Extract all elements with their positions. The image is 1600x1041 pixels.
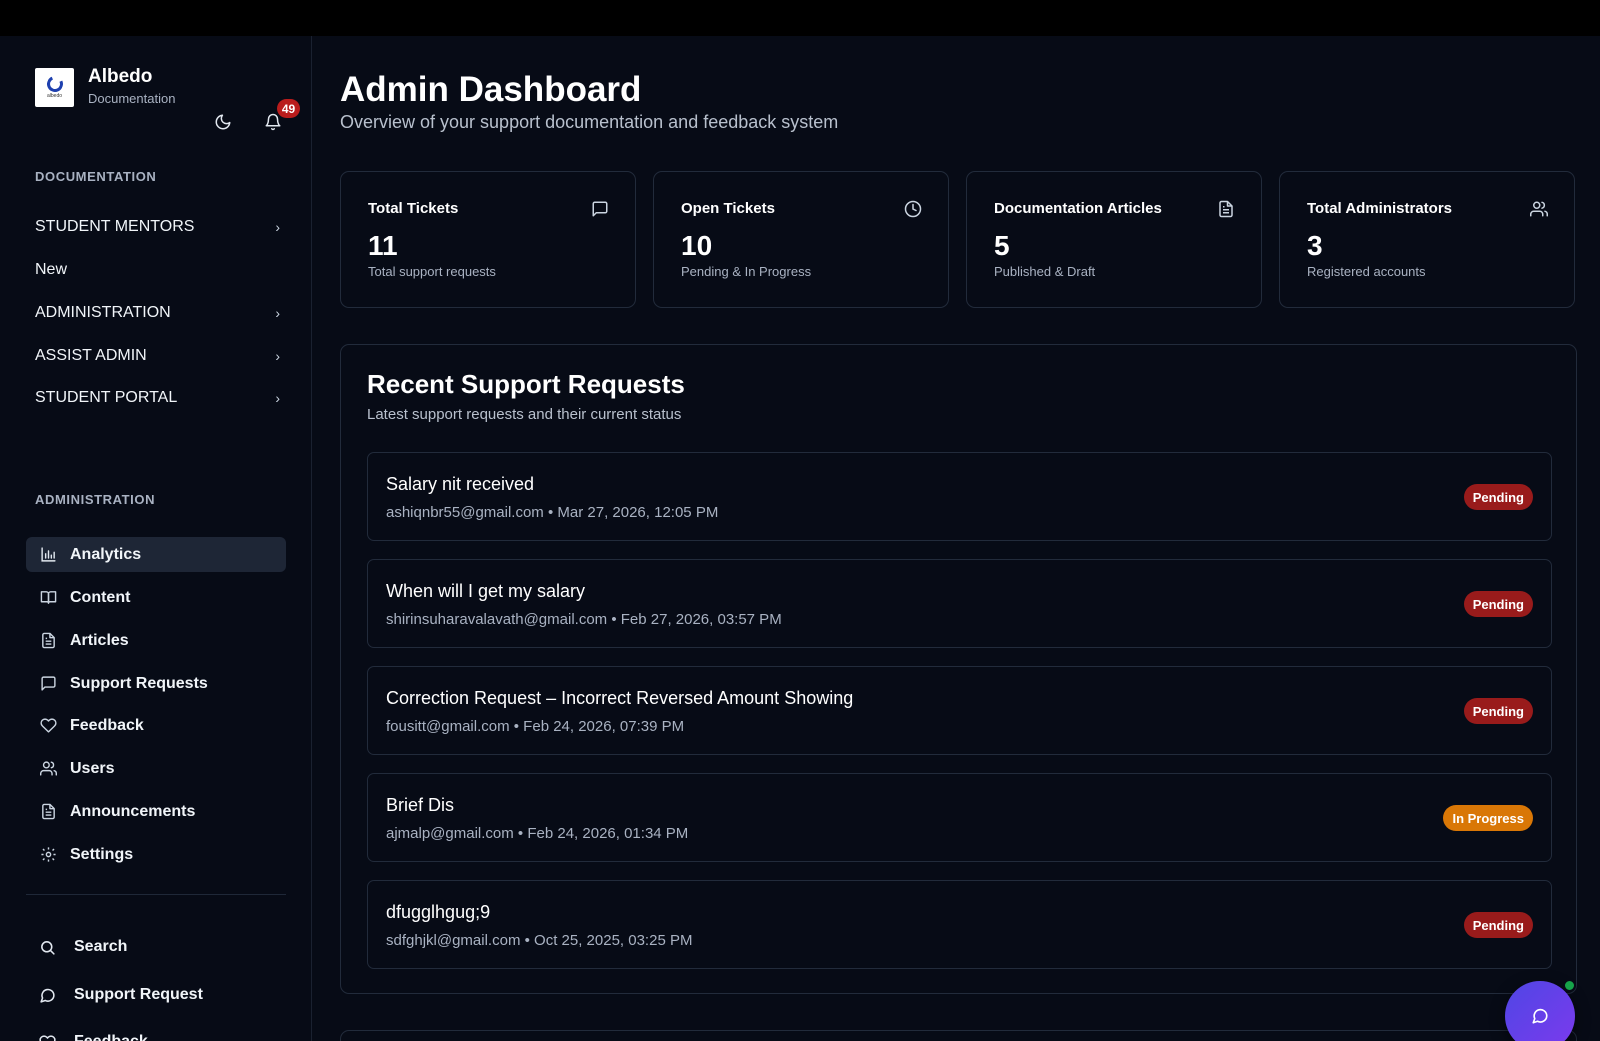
users-icon xyxy=(39,760,57,778)
stat-title: Total Tickets xyxy=(368,200,459,217)
sidebar-footer-feedback[interactable]: Feedback xyxy=(38,1027,148,1041)
stat-description: Total support requests xyxy=(368,264,496,279)
stat-card-documentation-articles: Documentation Articles 5 Published & Dra… xyxy=(966,171,1262,308)
brand[interactable]: albedo Albedo Documentation xyxy=(35,66,175,108)
support-request-row[interactable]: When will I get my salary shirinsuharava… xyxy=(367,559,1552,648)
stat-title: Documentation Articles xyxy=(994,200,1162,217)
stat-card-open-tickets: Open Tickets 10 Pending & In Progress xyxy=(653,171,949,308)
gear-icon xyxy=(39,846,57,864)
users-icon xyxy=(1530,201,1548,217)
heart-icon xyxy=(38,1033,56,1041)
request-title: When will I get my salary xyxy=(386,581,586,601)
search-icon xyxy=(38,938,56,956)
request-meta: shirinsuharavalavath@gmail.com • Feb 27,… xyxy=(386,611,782,628)
sidebar-item-support-requests[interactable]: Support Requests xyxy=(26,666,286,701)
message-square-icon xyxy=(592,201,608,217)
stat-value: 5 xyxy=(994,230,1010,261)
status-badge: Pending xyxy=(1463,698,1533,724)
sidebar-item-content[interactable]: Content xyxy=(26,580,286,615)
stat-value: 10 xyxy=(681,230,713,261)
stat-description: Registered accounts xyxy=(1307,264,1426,279)
app-window: albedo Albedo Documentation 49 DOCUMENTA… xyxy=(0,36,1600,1041)
chevron-right-icon: › xyxy=(275,348,280,364)
support-request-row[interactable]: dfugglhgug;9 sdfghjkl@gmail.com • Oct 25… xyxy=(367,880,1552,969)
request-meta: fousitt@gmail.com • Feb 24, 2026, 07:39 … xyxy=(386,718,685,735)
request-meta: ajmalp@gmail.com • Feb 24, 2026, 01:34 P… xyxy=(386,825,689,842)
support-request-row[interactable]: Correction Request – Incorrect Reversed … xyxy=(367,666,1552,755)
message-circle-icon xyxy=(38,986,56,1004)
request-title: Salary nit received xyxy=(386,474,535,494)
section-label-documentation: DOCUMENTATION xyxy=(35,169,157,184)
online-status-dot xyxy=(1563,979,1576,992)
sidebar: albedo Albedo Documentation 49 DOCUMENTA… xyxy=(0,36,312,1041)
stat-description: Published & Draft xyxy=(994,264,1096,279)
stat-title: Total Administrators xyxy=(1307,200,1453,217)
request-meta: ashiqnbr55@gmail.com • Mar 27, 2026, 12:… xyxy=(386,504,719,521)
nav-item-student-mentors[interactable]: STUDENT MENTORS › xyxy=(35,212,280,242)
brand-subtitle: Documentation xyxy=(88,91,176,106)
support-request-row[interactable]: Brief Dis ajmalp@gmail.com • Feb 24, 202… xyxy=(367,773,1552,862)
sidebar-item-announcements[interactable]: Announcements xyxy=(26,794,286,829)
document-icon xyxy=(1219,200,1233,218)
sidebar-item-users[interactable]: Users xyxy=(26,751,286,786)
recent-support-requests-panel: Recent Support Requests Latest support r… xyxy=(340,344,1577,994)
message-square-icon xyxy=(39,675,57,693)
request-title: Correction Request – Incorrect Reversed … xyxy=(386,688,854,708)
support-request-row[interactable]: Salary nit received ashiqnbr55@gmail.com… xyxy=(367,452,1552,541)
top-bar xyxy=(0,0,1600,36)
nav-item-assist-admin[interactable]: ASSIST ADMIN › xyxy=(35,341,280,371)
heart-icon xyxy=(39,717,57,735)
request-meta: sdfghjkl@gmail.com • Oct 25, 2025, 03:25… xyxy=(386,932,693,949)
request-title: Brief Dis xyxy=(386,795,455,815)
theme-toggle-button[interactable] xyxy=(211,110,235,134)
chevron-right-icon: › xyxy=(275,219,280,235)
stat-card-total-tickets: Total Tickets 11 Total support requests xyxy=(340,171,636,308)
page-subtitle: Overview of your support documentation a… xyxy=(340,112,839,132)
next-panel xyxy=(340,1030,1577,1041)
stat-value: 11 xyxy=(368,230,398,261)
status-badge: Pending xyxy=(1463,484,1533,510)
section-label-administration: ADMINISTRATION xyxy=(35,492,156,507)
clock-icon xyxy=(904,200,922,218)
chevron-right-icon: › xyxy=(275,390,280,406)
request-title: dfugglhgug;9 xyxy=(386,902,491,922)
sidebar-footer-search[interactable]: Search xyxy=(38,932,127,962)
moon-icon xyxy=(215,114,231,130)
brand-logo: albedo xyxy=(35,67,74,107)
section-subtitle: Latest support requests and their curren… xyxy=(367,406,682,423)
document-icon xyxy=(39,803,57,821)
page-title: Admin Dashboard xyxy=(340,70,642,109)
nav-item-new[interactable]: New xyxy=(35,255,280,285)
main-content: Admin Dashboard Overview of your support… xyxy=(313,36,1600,1041)
status-badge: In Progress xyxy=(1443,805,1533,831)
chevron-right-icon: › xyxy=(275,305,280,321)
sidebar-item-articles[interactable]: Articles xyxy=(26,623,286,658)
document-icon xyxy=(39,632,57,650)
sidebar-item-settings[interactable]: Settings xyxy=(26,837,286,872)
sidebar-item-feedback[interactable]: Feedback xyxy=(26,708,286,743)
nav-item-student-portal[interactable]: STUDENT PORTAL › xyxy=(35,383,280,413)
sidebar-item-analytics[interactable]: Analytics xyxy=(26,537,286,572)
status-badge: Pending xyxy=(1463,591,1533,617)
stat-card-total-administrators: Total Administrators 3 Registered accoun… xyxy=(1279,171,1575,308)
book-icon xyxy=(39,589,57,607)
sidebar-divider xyxy=(26,894,286,895)
stat-value: 3 xyxy=(1307,230,1323,261)
section-title: Recent Support Requests xyxy=(367,369,685,399)
nav-item-administration[interactable]: ADMINISTRATION › xyxy=(35,298,280,328)
sidebar-footer-support-request[interactable]: Support Request xyxy=(38,980,203,1010)
notification-count-badge: 49 xyxy=(277,99,300,118)
brand-name: Albedo xyxy=(88,66,153,87)
message-circle-icon xyxy=(1532,1008,1548,1024)
stat-description: Pending & In Progress xyxy=(681,264,812,279)
bar-chart-icon xyxy=(39,546,57,564)
stat-title: Open Tickets xyxy=(681,200,775,217)
status-badge: Pending xyxy=(1463,912,1533,938)
